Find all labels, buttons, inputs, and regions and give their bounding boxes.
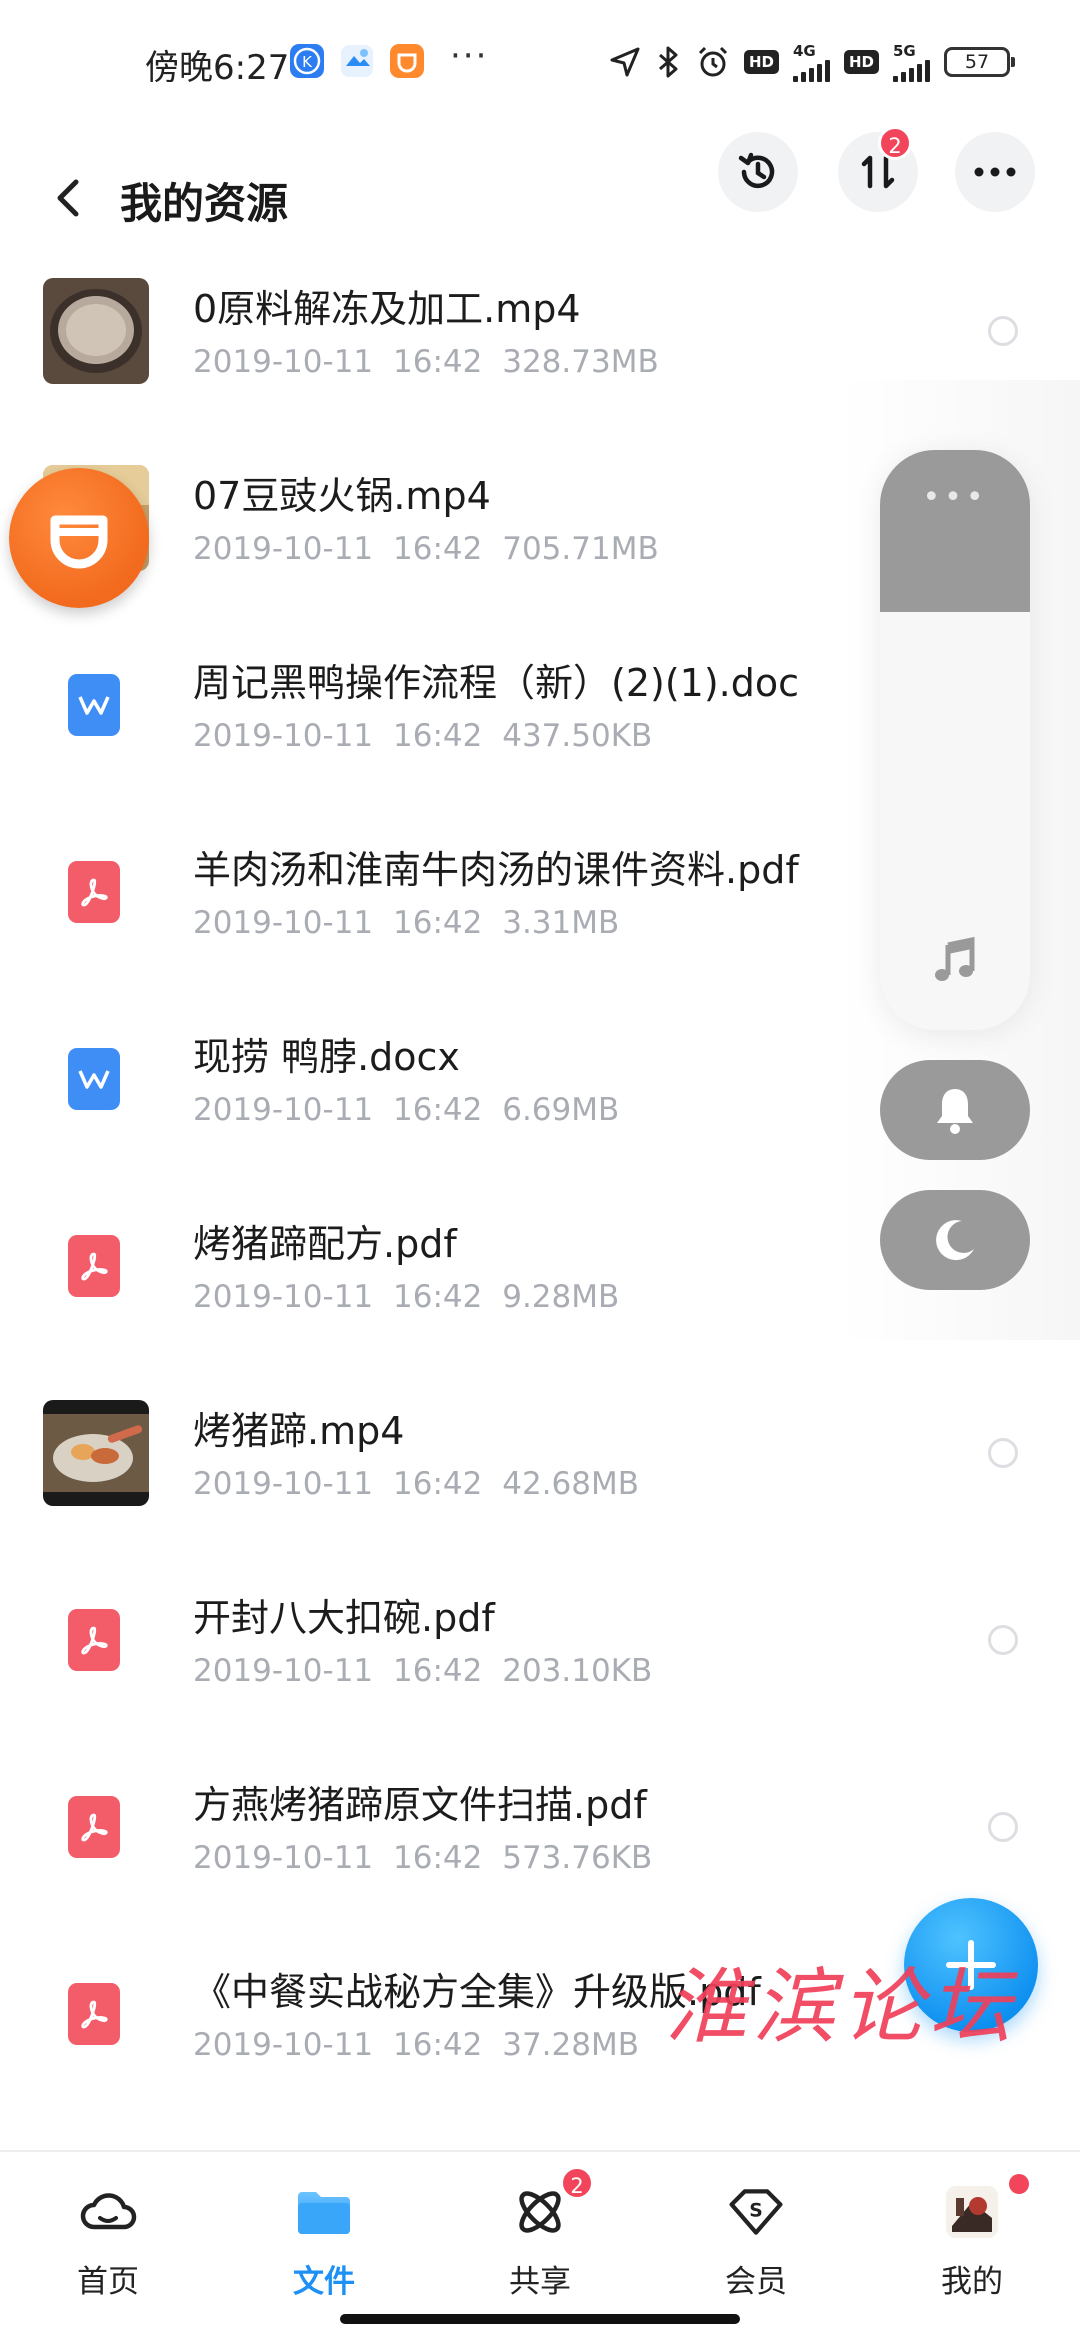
nav-tab-files[interactable]: 文件 <box>249 2182 399 2302</box>
watermark-text: 淮滨论坛 <box>665 1960 1017 2055</box>
bell-icon <box>937 1089 973 1134</box>
video-thumbnail <box>43 278 149 384</box>
select-radio[interactable] <box>988 316 1018 346</box>
history-button[interactable] <box>718 132 798 212</box>
history-icon <box>738 152 775 189</box>
file-meta: 2019-10-11 16:42 3.31MB <box>193 905 620 941</box>
select-radio[interactable] <box>988 1625 1018 1655</box>
file-meta: 2019-10-11 16:42 328.73MB <box>193 344 659 380</box>
file-row[interactable]: 开封八大扣碗.pdf 2019-10-11 16:42 203.10KB <box>0 1579 1080 1766</box>
file-meta: 2019-10-11 16:42 203.10KB <box>193 1653 653 1689</box>
select-radio[interactable] <box>988 1812 1018 1842</box>
svg-text:K: K <box>302 53 313 71</box>
network-type-2: 5G <box>893 42 916 60</box>
pdf-icon <box>68 1609 120 1671</box>
svg-text:S: S <box>749 2201 763 2222</box>
file-meta: 2019-10-11 16:42 573.76KB <box>193 1840 653 1876</box>
folder-icon <box>294 2182 354 2242</box>
nav-tab-share[interactable]: 2 共享 <box>465 2166 615 2302</box>
word-doc-icon <box>68 1048 120 1110</box>
file-meta: 2019-10-11 16:42 6.69MB <box>193 1092 620 1128</box>
more-options-button[interactable] <box>955 132 1035 212</box>
more-notifications-icon: ··· <box>450 36 489 76</box>
alarm-icon <box>696 45 730 79</box>
floating-didi-bubble[interactable] <box>9 468 149 608</box>
nav-tab-me[interactable]: 我的 <box>897 2174 1047 2302</box>
nav-label: 共享 <box>509 2264 571 2300</box>
signal-strength-icon-1 <box>792 60 830 82</box>
status-bar: 傍晚6:27 K ··· HD 4G HD 5G 57 <box>0 0 1080 130</box>
me-notification-dot <box>1009 2174 1029 2194</box>
nav-label: 首页 <box>77 2264 139 2300</box>
hd-voice-indicator-1: HD <box>743 50 779 74</box>
word-doc-icon <box>68 674 120 736</box>
header: 我的资源 2 <box>0 126 1080 270</box>
ring-mode-button[interactable] <box>880 1060 1030 1160</box>
video-thumbnail <box>43 1400 149 1506</box>
chevron-left-icon <box>57 179 79 217</box>
battery-indicator: 57 <box>944 47 1015 77</box>
notification-app-icon-orange <box>390 44 424 78</box>
transfer-badge: 2 <box>878 126 912 160</box>
location-icon <box>608 45 642 79</box>
moon-icon <box>936 1220 974 1261</box>
file-meta: 2019-10-11 16:42 37.28MB <box>193 2027 639 2063</box>
share-badge: 2 <box>560 2166 594 2200</box>
hd-voice-indicator-2: HD <box>843 50 879 74</box>
vip-diamond-icon: S <box>726 2182 786 2242</box>
bluetooth-icon <box>656 45 682 79</box>
page-title: 我的资源 <box>120 179 289 228</box>
bottom-nav: 首页 文件 2 共享 S 会员 我的 <box>0 2150 1080 2340</box>
volume-level-fill <box>880 450 1030 613</box>
status-time: 傍晚6:27 <box>145 48 290 88</box>
select-radio[interactable] <box>988 1438 1018 1468</box>
home-indicator[interactable] <box>340 2314 740 2324</box>
file-name: 周记黑鸭操作流程（新）(2)(1).doc <box>193 661 799 705</box>
signal-strength-icon-2 <box>893 60 930 82</box>
transfer-list-button[interactable]: 2 <box>838 126 918 212</box>
file-name: 现捞 鸭脖.docx <box>193 1035 460 1079</box>
volume-slider[interactable]: ••• <box>880 450 1030 1030</box>
back-button[interactable] <box>38 168 98 228</box>
status-indicators: HD 4G HD 5G 57 <box>608 40 1015 84</box>
notification-app-icon-cloud <box>340 44 374 78</box>
pdf-icon <box>68 1235 120 1297</box>
file-row[interactable]: 烤猪蹄.mp4 2019-10-11 16:42 42.68MB <box>0 1392 1080 1579</box>
file-name: 0原料解冻及加工.mp4 <box>193 287 581 331</box>
avatar <box>942 2182 1002 2242</box>
nav-label: 会员 <box>725 2264 787 2300</box>
nav-label: 文件 <box>293 2264 355 2300</box>
nav-tab-home[interactable]: 首页 <box>33 2182 183 2302</box>
cloud-icon <box>78 2182 138 2242</box>
file-meta: 2019-10-11 16:42 42.68MB <box>193 1466 639 1502</box>
network-type-1: 4G <box>792 42 816 60</box>
file-meta: 2019-10-11 16:42 705.71MB <box>193 531 659 567</box>
volume-more-icon[interactable]: ••• <box>880 480 1030 515</box>
pdf-icon <box>68 1983 120 2045</box>
file-name: 07豆豉火锅.mp4 <box>193 474 491 518</box>
file-name: 方燕烤猪蹄原文件扫描.pdf <box>193 1783 647 1827</box>
file-name: 羊肉汤和淮南牛肉汤的课件资料.pdf <box>193 848 799 892</box>
more-dots-icon <box>974 167 1016 177</box>
file-meta: 2019-10-11 16:42 9.28MB <box>193 1279 620 1315</box>
pdf-icon <box>68 861 120 923</box>
file-meta: 2019-10-11 16:42 437.50KB <box>193 718 653 754</box>
notification-app-icon-k: K <box>290 44 324 78</box>
file-name: 烤猪蹄配方.pdf <box>193 1222 457 1266</box>
didi-logo-icon <box>50 515 108 569</box>
pdf-icon <box>68 1796 120 1858</box>
nav-tab-vip[interactable]: S 会员 <box>681 2182 831 2302</box>
music-note-icon <box>925 930 985 990</box>
file-name: 烤猪蹄.mp4 <box>193 1409 405 1453</box>
do-not-disturb-button[interactable] <box>880 1190 1030 1290</box>
nav-label: 我的 <box>941 2264 1003 2300</box>
file-name: 开封八大扣碗.pdf <box>193 1596 495 1640</box>
